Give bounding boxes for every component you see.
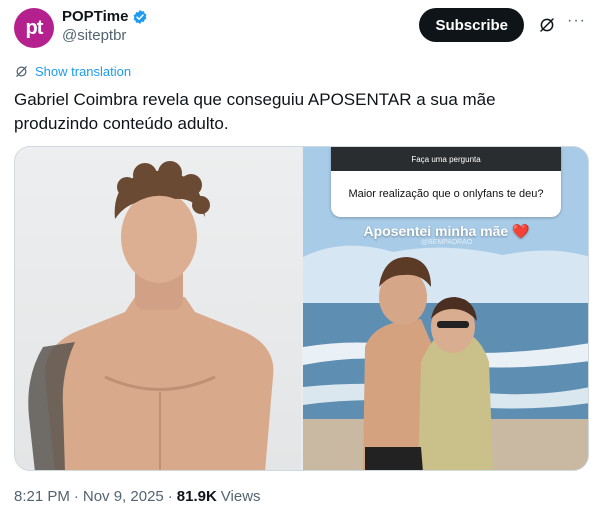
- question-header: Faça uma pergunta: [331, 147, 561, 171]
- tweet-text: Gabriel Coimbra revela que conseguiu APO…: [14, 90, 496, 133]
- views-count[interactable]: 81.9K: [177, 488, 217, 505]
- photo-shirtless-man[interactable]: [15, 147, 301, 470]
- show-translation-label[interactable]: Show translation: [35, 64, 131, 79]
- tweet-time[interactable]: 8:21 PM: [14, 488, 70, 505]
- story-question-card: Faça uma pergunta Maior realização que o…: [331, 147, 561, 217]
- tweet-date[interactable]: Nov 9, 2025: [83, 488, 164, 505]
- grok-translate-icon: [16, 66, 27, 77]
- photo-shirtless-man-illustration: [28, 161, 274, 470]
- footer-separator-2: ·: [167, 488, 173, 505]
- display-name[interactable]: POPTime: [62, 8, 128, 25]
- author-names: POPTime @siteptbr: [62, 8, 148, 44]
- media-grid[interactable]: Faça uma pergunta Maior realização que o…: [14, 146, 589, 471]
- handle[interactable]: @siteptbr: [62, 27, 148, 44]
- subscribe-button[interactable]: Subscribe: [419, 8, 524, 42]
- avatar[interactable]: pt: [14, 8, 54, 48]
- footer-separator: ·: [73, 488, 79, 505]
- tweet-header: pt POPTime @siteptbr Subscribe ···: [14, 6, 586, 50]
- question-text: Maior realização que o onlyfans te deu?: [331, 171, 561, 217]
- photo-story-screenshot[interactable]: Faça uma pergunta Maior realização que o…: [303, 147, 588, 470]
- views-label: Views: [220, 488, 261, 505]
- display-name-row[interactable]: POPTime: [62, 8, 148, 25]
- more-options-icon[interactable]: ···: [567, 12, 586, 30]
- story-watermark: @BEMPADRAO: [421, 239, 473, 246]
- verified-badge-icon: [133, 9, 147, 24]
- show-translation-link[interactable]: Show translation: [14, 64, 131, 79]
- tweet-footer: 8:21 PM · Nov 9, 2025 · 81.9K Views: [14, 488, 261, 505]
- grok-icon[interactable]: [538, 16, 556, 34]
- story-answer-text: Aposentei minha mãe ❤️: [363, 223, 530, 239]
